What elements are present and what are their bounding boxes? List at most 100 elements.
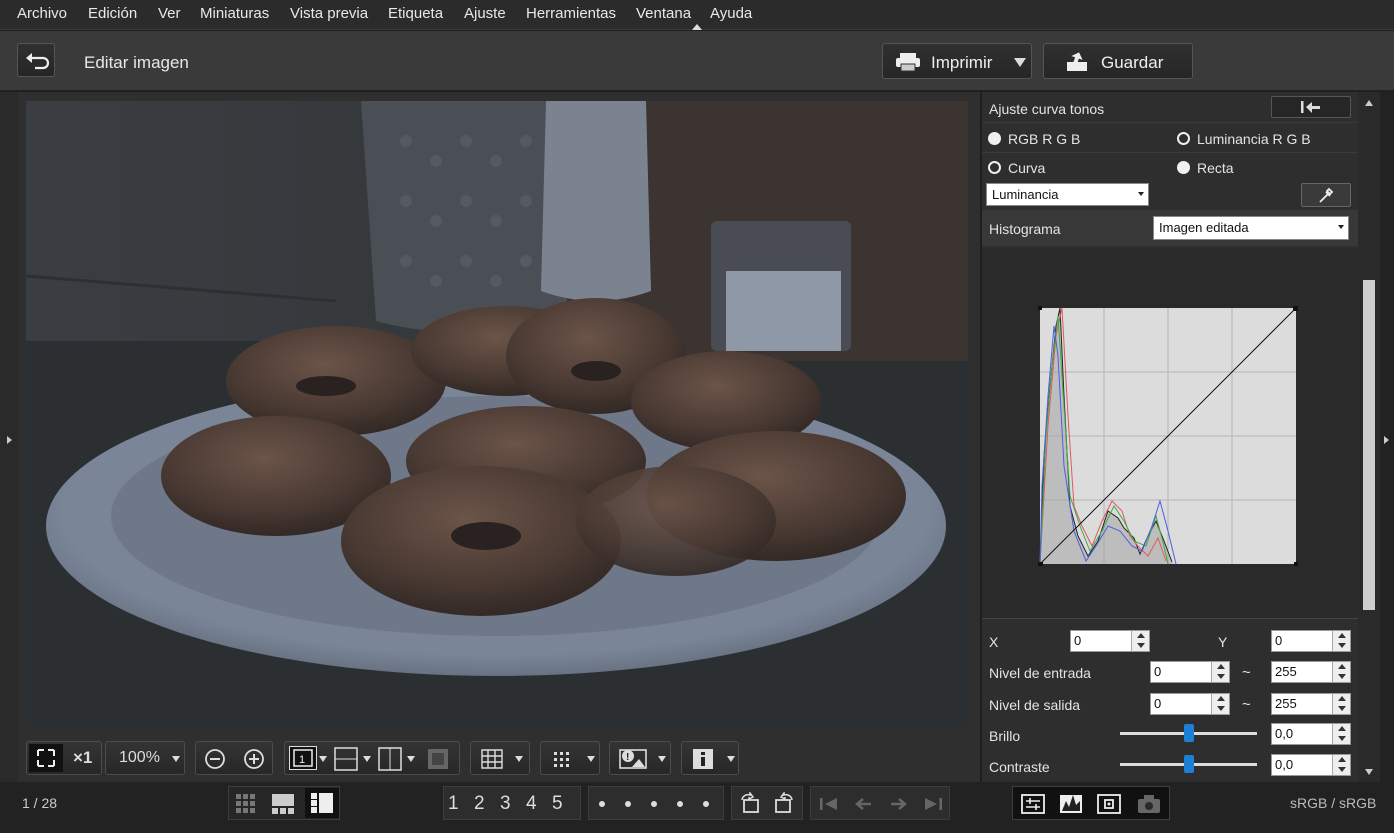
grid-button[interactable]: [470, 741, 530, 775]
x-label: X: [989, 634, 999, 650]
print-dropdown-icon[interactable]: [1014, 58, 1026, 67]
eyedropper-button[interactable]: [1301, 183, 1351, 207]
y-stepper[interactable]: [1332, 631, 1350, 651]
rating-1-button[interactable]: 1: [448, 793, 459, 815]
first-image-icon[interactable]: [817, 795, 841, 813]
af-points-button[interactable]: [540, 741, 600, 775]
expand-right-icon[interactable]: [1384, 436, 1389, 444]
menu-ayuda[interactable]: Ayuda: [710, 5, 752, 22]
label-dot-3[interactable]: [651, 801, 657, 807]
menu-archivo[interactable]: Archivo: [17, 5, 67, 22]
channel-select[interactable]: Luminancia: [986, 183, 1149, 206]
brightness-slider[interactable]: [1120, 724, 1257, 742]
chevron-down-icon: [1138, 192, 1144, 196]
expand-left-icon[interactable]: [7, 436, 12, 444]
rating-5-button[interactable]: 5: [552, 793, 563, 815]
radio-luminance[interactable]: [1177, 132, 1190, 145]
menu-ver[interactable]: Ver: [158, 5, 181, 22]
photo-preview[interactable]: [26, 101, 968, 730]
brightness-slider-handle[interactable]: [1184, 724, 1194, 742]
last-image-icon[interactable]: [921, 795, 945, 813]
down-arrow-icon: [1217, 706, 1225, 711]
histogram-select[interactable]: Imagen editada: [1153, 216, 1349, 240]
reset-button[interactable]: [1271, 96, 1351, 118]
camera-icon[interactable]: [1135, 792, 1165, 816]
rotate-left-icon[interactable]: [738, 792, 762, 816]
highlight-warning-button[interactable]: !: [609, 741, 671, 775]
zoom-x1-button[interactable]: ×1: [73, 748, 92, 768]
rating-2-button[interactable]: 2: [474, 793, 485, 815]
save-button[interactable]: Guardar: [1043, 43, 1193, 79]
zoom-in-icon[interactable]: [243, 748, 265, 770]
compare-view-icon[interactable]: [333, 746, 359, 772]
output-max-stepper[interactable]: [1332, 694, 1350, 714]
input-min-field[interactable]: 0: [1150, 661, 1230, 683]
preview-strip-icon[interactable]: [271, 793, 295, 815]
crop-palette-icon[interactable]: [1095, 792, 1125, 816]
menu-etiqueta[interactable]: Etiqueta: [388, 5, 443, 22]
split-view-icon[interactable]: [377, 746, 403, 772]
menu-miniaturas[interactable]: Miniaturas: [200, 5, 269, 22]
contrast-slider-handle[interactable]: [1184, 755, 1194, 773]
zoom-out-icon[interactable]: [204, 748, 226, 770]
tone-curve-graph[interactable]: [1038, 306, 1300, 566]
navigation-group: [810, 786, 950, 820]
scrollbar-thumb[interactable]: [1363, 280, 1375, 610]
panel-scrollbar[interactable]: [1358, 92, 1380, 782]
x-stepper[interactable]: [1131, 631, 1149, 651]
scroll-up-icon[interactable]: [1365, 100, 1373, 106]
radio-rgb[interactable]: [988, 132, 1001, 145]
x-input[interactable]: 0: [1070, 630, 1150, 652]
next-image-icon[interactable]: [887, 795, 911, 813]
output-max-field[interactable]: 255: [1271, 693, 1351, 715]
info-button[interactable]: [681, 741, 739, 775]
split-dropdown-icon[interactable]: [407, 756, 415, 762]
zoom-step-group: [195, 741, 273, 775]
input-max-stepper[interactable]: [1332, 662, 1350, 682]
down-arrow-icon: [1338, 674, 1346, 679]
contrast-stepper[interactable]: [1332, 755, 1350, 775]
brightness-stepper[interactable]: [1332, 724, 1350, 744]
input-min-stepper[interactable]: [1211, 662, 1229, 682]
menu-vista-previa[interactable]: Vista previa: [290, 5, 368, 22]
zoom-level-select[interactable]: 100%: [105, 741, 185, 775]
thumbnail-grid-icon[interactable]: [235, 793, 257, 815]
menu-ventana[interactable]: Ventana: [636, 5, 691, 22]
output-min-stepper[interactable]: [1211, 694, 1229, 714]
adjust-palette-icon[interactable]: [1019, 792, 1049, 816]
menu-herramientas[interactable]: Herramientas: [526, 5, 616, 22]
label-dot-2[interactable]: [625, 801, 631, 807]
output-min-field[interactable]: 0: [1150, 693, 1230, 715]
edit-layout-button[interactable]: [305, 788, 339, 818]
back-button[interactable]: [17, 43, 55, 77]
menu-ajuste[interactable]: Ajuste: [464, 5, 506, 22]
overlay-view-icon[interactable]: [425, 746, 451, 772]
compare-dropdown-icon[interactable]: [363, 756, 371, 762]
rating-3-button[interactable]: 3: [500, 793, 511, 815]
brightness-field[interactable]: 0,0: [1271, 723, 1351, 745]
input-max-field[interactable]: 255: [1271, 661, 1351, 683]
menu-edicion[interactable]: Edición: [88, 5, 137, 22]
contrast-value: 0,0: [1275, 757, 1294, 772]
contrast-field[interactable]: 0,0: [1271, 754, 1351, 776]
label-dot-4[interactable]: [677, 801, 683, 807]
scroll-down-icon[interactable]: [1365, 769, 1373, 775]
radio-line[interactable]: [1177, 161, 1190, 174]
rotate-right-icon[interactable]: [772, 792, 796, 816]
rating-4-button[interactable]: 4: [526, 793, 537, 815]
y-input[interactable]: 0: [1271, 630, 1351, 652]
single-view-dropdown-icon[interactable]: [319, 756, 327, 762]
label-dot-1[interactable]: [599, 801, 605, 807]
radio-curve[interactable]: [988, 161, 1001, 174]
label-dot-5[interactable]: [703, 801, 709, 807]
single-view-button[interactable]: 1: [289, 746, 317, 770]
tone-curve-palette-icon[interactable]: [1057, 792, 1087, 816]
previous-image-icon[interactable]: [851, 795, 875, 813]
print-button[interactable]: Imprimir: [882, 43, 1032, 79]
up-arrow-icon: [1338, 726, 1346, 731]
fit-screen-icon: [37, 749, 55, 767]
fit-window-button[interactable]: [29, 744, 63, 772]
up-arrow-icon: [1217, 664, 1225, 669]
contrast-slider[interactable]: [1120, 755, 1257, 773]
collapse-toolbar-icon[interactable]: [692, 24, 702, 30]
